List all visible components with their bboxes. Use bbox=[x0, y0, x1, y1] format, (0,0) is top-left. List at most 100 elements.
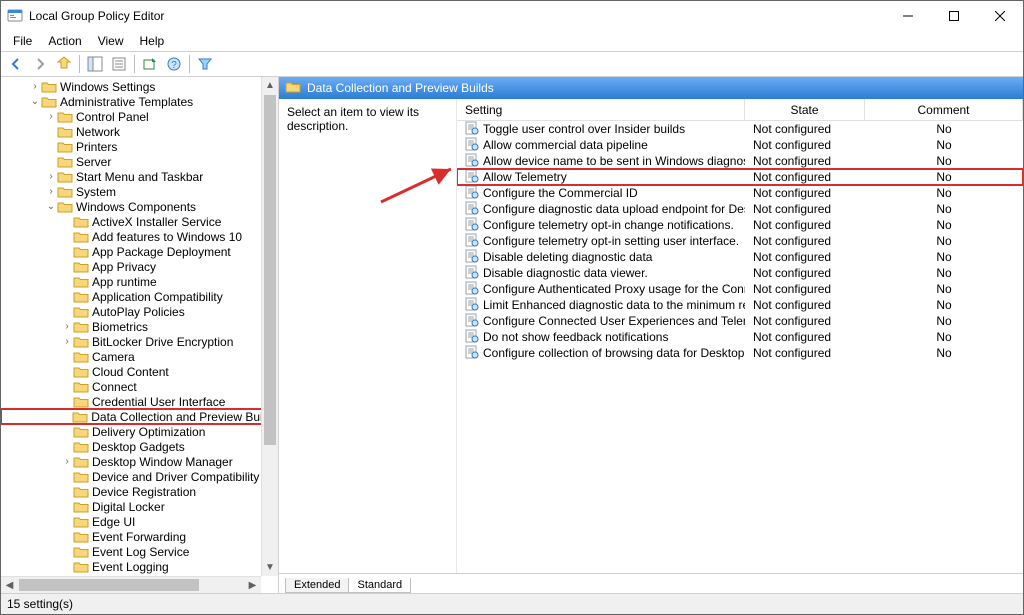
policy-icon bbox=[465, 281, 479, 298]
scroll-down-icon[interactable]: ▼ bbox=[262, 559, 278, 576]
forward-button[interactable] bbox=[29, 53, 51, 75]
list-row[interactable]: Configure Authenticated Proxy usage for … bbox=[457, 281, 1023, 297]
tree-item[interactable]: ·Digital Locker bbox=[1, 499, 278, 514]
list-row[interactable]: Allow commercial data pipelineNot config… bbox=[457, 137, 1023, 153]
expander-open-icon[interactable]: ⌄ bbox=[29, 96, 41, 108]
column-state[interactable]: State bbox=[745, 99, 865, 120]
tree-item[interactable]: ·Event Log Service bbox=[1, 544, 278, 559]
list-row[interactable]: Allow device name to be sent in Windows … bbox=[457, 153, 1023, 169]
tree-item[interactable]: ·ActiveX Installer Service bbox=[1, 214, 278, 229]
tab-standard[interactable]: Standard bbox=[348, 578, 411, 593]
scroll-up-icon[interactable]: ▲ bbox=[262, 77, 278, 94]
tree-item[interactable]: ·Printers bbox=[1, 139, 278, 154]
column-setting[interactable]: Setting bbox=[457, 99, 745, 120]
tree-item[interactable]: ·App Privacy bbox=[1, 259, 278, 274]
help-button[interactable]: ? bbox=[163, 53, 185, 75]
scroll-left-icon[interactable]: ◀ bbox=[1, 577, 18, 593]
tree-item-label: Start Menu and Taskbar bbox=[76, 170, 203, 184]
menu-action[interactable]: Action bbox=[40, 31, 89, 51]
tab-extended[interactable]: Extended bbox=[285, 578, 349, 593]
folder-icon bbox=[57, 200, 73, 213]
setting-name: Configure Authenticated Proxy usage for … bbox=[483, 282, 745, 296]
list-row[interactable]: Limit Enhanced diagnostic data to the mi… bbox=[457, 297, 1023, 313]
tree-item-label: Server bbox=[76, 155, 111, 169]
list-row[interactable]: Configure the Commercial IDNot configure… bbox=[457, 185, 1023, 201]
tree-item[interactable]: ›System bbox=[1, 184, 278, 199]
show-hide-tree-button[interactable] bbox=[84, 53, 106, 75]
tree-item[interactable]: ›BitLocker Drive Encryption bbox=[1, 334, 278, 349]
tree-item[interactable]: ·Credential User Interface bbox=[1, 394, 278, 409]
tree-item[interactable]: ·Connect bbox=[1, 379, 278, 394]
expander-closed-icon[interactable]: › bbox=[61, 336, 73, 348]
tree-item[interactable]: ·Camera bbox=[1, 349, 278, 364]
scroll-right-icon[interactable]: ▶ bbox=[244, 577, 261, 593]
list-row[interactable]: Configure Connected User Experiences and… bbox=[457, 313, 1023, 329]
tree-item[interactable]: › Start Menu and Taskbar bbox=[1, 169, 278, 184]
expander-closed-icon[interactable]: › bbox=[45, 171, 57, 183]
close-button[interactable] bbox=[977, 1, 1023, 31]
list-row[interactable]: Disable diagnostic data viewer.Not confi… bbox=[457, 265, 1023, 281]
tree-item[interactable]: ·Data Collection and Preview Builds bbox=[1, 409, 278, 424]
export-button[interactable] bbox=[139, 53, 161, 75]
tree-item[interactable]: ·Event Logging bbox=[1, 559, 278, 574]
column-comment[interactable]: Comment bbox=[865, 99, 1023, 120]
list-row[interactable]: Configure telemetry opt-in setting user … bbox=[457, 233, 1023, 249]
list-row[interactable]: Disable deleting diagnostic dataNot conf… bbox=[457, 249, 1023, 265]
up-button[interactable] bbox=[53, 53, 75, 75]
expander-closed-icon[interactable]: › bbox=[61, 456, 73, 468]
expander-closed-icon[interactable]: › bbox=[45, 111, 57, 123]
list-row[interactable]: Configure diagnostic data upload endpoin… bbox=[457, 201, 1023, 217]
list-row[interactable]: Do not show feedback notificationsNot co… bbox=[457, 329, 1023, 345]
tree-item[interactable]: ·Application Compatibility bbox=[1, 289, 278, 304]
tree-item[interactable]: ·Network bbox=[1, 124, 278, 139]
folder-icon bbox=[73, 470, 89, 483]
tree-item[interactable]: ·Cloud Content bbox=[1, 364, 278, 379]
minimize-button[interactable] bbox=[885, 1, 931, 31]
tree-item[interactable]: ›Control Panel bbox=[1, 109, 278, 124]
menubar: File Action View Help bbox=[1, 31, 1023, 51]
list-row[interactable]: Toggle user control over Insider buildsN… bbox=[457, 121, 1023, 137]
tree-scrollbar-horizontal[interactable]: ◀ ▶ bbox=[1, 576, 261, 593]
scrollbar-thumb[interactable] bbox=[19, 579, 199, 591]
setting-comment: No bbox=[865, 346, 1023, 360]
tree-item[interactable]: ·Add features to Windows 10 bbox=[1, 229, 278, 244]
menu-view[interactable]: View bbox=[90, 31, 132, 51]
menu-help[interactable]: Help bbox=[132, 31, 173, 51]
tree-item[interactable]: ·App Package Deployment bbox=[1, 244, 278, 259]
tree-item[interactable]: ·App runtime bbox=[1, 274, 278, 289]
tree-item[interactable]: ⌄Administrative Templates bbox=[1, 94, 278, 109]
expander-closed-icon[interactable]: › bbox=[29, 81, 41, 93]
tree-item[interactable]: ·Event Forwarding bbox=[1, 529, 278, 544]
policy-icon bbox=[465, 313, 479, 330]
tree-item[interactable]: ·Edge UI bbox=[1, 514, 278, 529]
scrollbar-thumb[interactable] bbox=[264, 95, 276, 445]
tree-item[interactable]: ·Desktop Gadgets bbox=[1, 439, 278, 454]
setting-state: Not configured bbox=[745, 330, 865, 344]
setting-comment: No bbox=[865, 282, 1023, 296]
back-button[interactable] bbox=[5, 53, 27, 75]
tree-item[interactable]: ›Windows Settings bbox=[1, 79, 278, 94]
tree-scrollbar-vertical[interactable]: ▲ ▼ bbox=[261, 77, 278, 576]
list-row[interactable]: Configure telemetry opt-in change notifi… bbox=[457, 217, 1023, 233]
list-row[interactable]: Allow TelemetryNot configuredNo bbox=[457, 169, 1023, 185]
setting-state: Not configured bbox=[745, 346, 865, 360]
expander-closed-icon[interactable]: › bbox=[61, 321, 73, 333]
tree-item[interactable]: ·Device Registration bbox=[1, 484, 278, 499]
tree-item[interactable]: ·AutoPlay Policies bbox=[1, 304, 278, 319]
tree-item[interactable]: ›Desktop Window Manager bbox=[1, 454, 278, 469]
list-row[interactable]: Configure collection of browsing data fo… bbox=[457, 345, 1023, 361]
maximize-button[interactable] bbox=[931, 1, 977, 31]
tree-item[interactable]: ·Device and Driver Compatibility bbox=[1, 469, 278, 484]
menu-file[interactable]: File bbox=[5, 31, 40, 51]
folder-icon bbox=[73, 305, 89, 318]
tree-item[interactable]: ·Delivery Optimization bbox=[1, 424, 278, 439]
tree-item[interactable]: ›Biometrics bbox=[1, 319, 278, 334]
expander-closed-icon[interactable]: › bbox=[45, 186, 57, 198]
tree-item[interactable]: ·Server bbox=[1, 154, 278, 169]
properties-button[interactable] bbox=[108, 53, 130, 75]
filter-button[interactable] bbox=[194, 53, 216, 75]
tree-item-label: Device Registration bbox=[92, 485, 196, 499]
tree-item-label: Desktop Gadgets bbox=[92, 440, 185, 454]
expander-open-icon[interactable]: ⌄ bbox=[45, 201, 57, 213]
tree-item[interactable]: ⌄Windows Components bbox=[1, 199, 278, 214]
